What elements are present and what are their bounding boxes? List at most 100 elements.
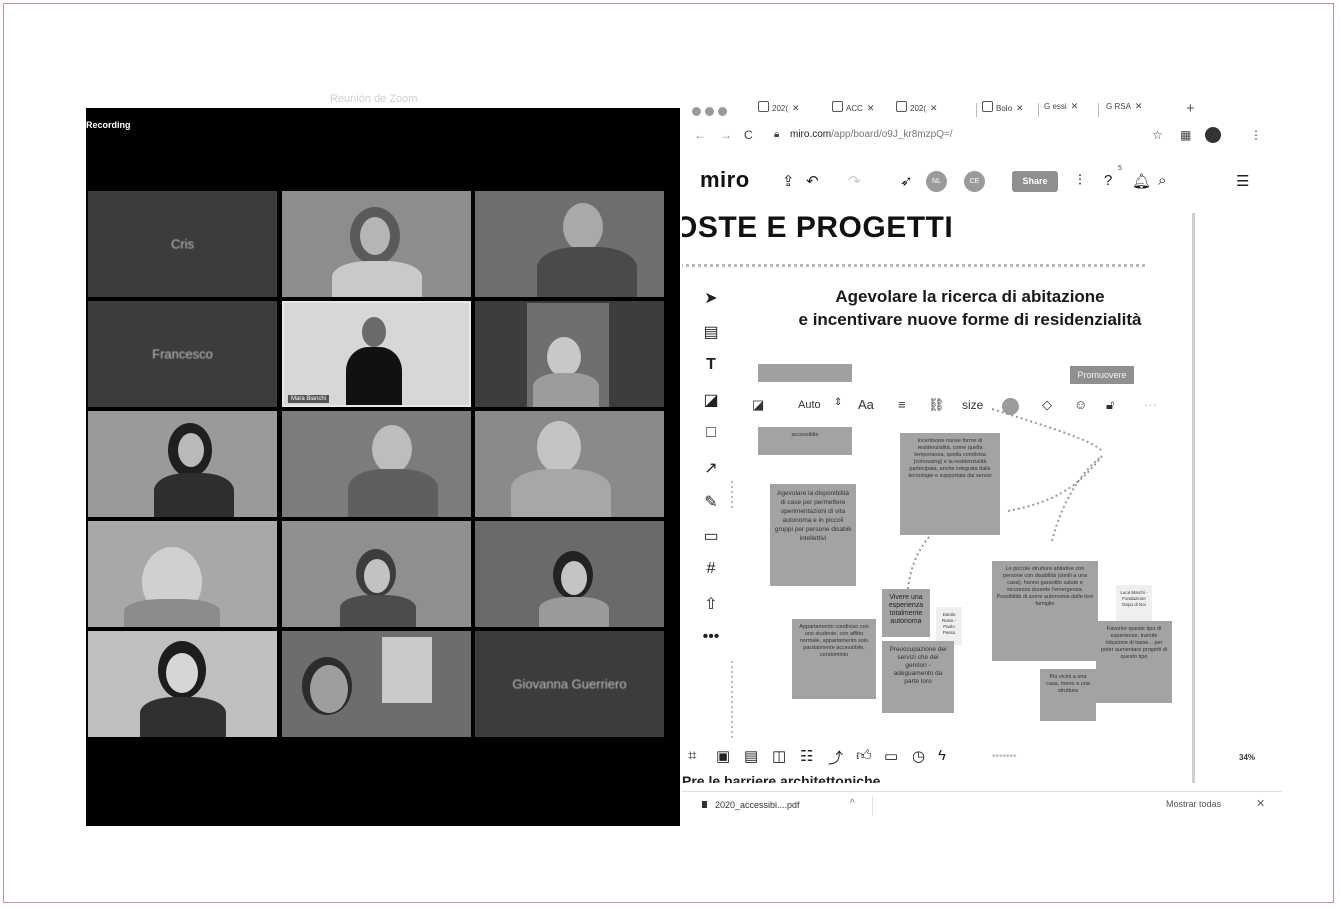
close-icon[interactable]: ✕: [1256, 797, 1265, 810]
bell-icon[interactable]: 🔔︎: [1132, 172, 1151, 190]
tag-icon[interactable]: ◇: [1042, 397, 1052, 413]
participant-video[interactable]: [282, 631, 471, 737]
star-icon[interactable]: ☆: [1152, 128, 1163, 142]
sticky-note[interactable]: Preoccupazione dei servizi che dei genit…: [882, 641, 954, 713]
forward-arrow-icon[interactable]: →: [720, 128, 732, 142]
cursor-icon[interactable]: ➶: [900, 172, 913, 190]
sticky-note[interactable]: accessibile: [758, 427, 852, 455]
participant-video[interactable]: [282, 191, 471, 297]
menu-icon[interactable]: ⋮: [1250, 128, 1262, 142]
close-tab-icon[interactable]: ✕: [930, 103, 938, 113]
participant-video[interactable]: [88, 521, 277, 627]
maximize-window-icon[interactable]: [718, 107, 727, 116]
sticky-type-icon[interactable]: ◪: [752, 397, 764, 413]
participant-video[interactable]: [88, 411, 277, 517]
close-tab-icon[interactable]: ✕: [1135, 101, 1143, 111]
vote-icon[interactable]: 👍︎: [856, 747, 872, 765]
settings-sliders-icon[interactable]: ⫶: [1078, 172, 1082, 189]
apps-icon[interactable]: ϟ: [938, 747, 946, 764]
board-menu-icon[interactable]: ☰: [1236, 172, 1249, 190]
cards-icon[interactable]: ☷: [800, 747, 813, 765]
sticky-note[interactable]: Le piccole strutture abitative con perso…: [992, 561, 1098, 661]
bottom-toolbar: ⌗ ▣ ▤ ◫ ☷ ⤴ 👍︎ ▭ ◷ ϟ •••••••: [682, 743, 1192, 773]
participant-video[interactable]: [475, 301, 664, 407]
browser-window: 202(✕ ACC ✕ 202(✕ Bolo ✕ G essi ✕ G RSA ✕ + …: [682, 93, 1282, 827]
participant-video[interactable]: [88, 631, 277, 737]
sticky-note[interactable]: Agevolare la disponibilità di case per p…: [770, 484, 856, 586]
more-options-icon[interactable]: ···: [1144, 397, 1157, 412]
recording-indicator: Recording: [86, 120, 131, 130]
new-tab-button[interactable]: +: [1186, 100, 1195, 117]
participant-video[interactable]: [475, 521, 664, 627]
participant-video[interactable]: [282, 411, 471, 517]
help-icon[interactable]: ?: [1104, 172, 1112, 189]
lock-icon[interactable]: 🔓︎: [1106, 397, 1114, 413]
participant-video[interactable]: Mara Bianchi: [282, 301, 471, 407]
timer-icon[interactable]: ◷: [912, 747, 925, 765]
zoom-level[interactable]: 34%: [1239, 753, 1255, 762]
browser-tab[interactable]: 202(✕: [758, 101, 800, 119]
video-icon[interactable]: ▭: [884, 747, 898, 765]
font-icon[interactable]: Aa: [858, 397, 874, 412]
collaborator-avatar[interactable]: NL: [926, 171, 947, 192]
profile-avatar[interactable]: [1205, 127, 1221, 143]
more-icon[interactable]: •••••••: [992, 751, 1017, 762]
sticky-note[interactable]: Luca Marchi - Fondazione Dopo di Noi: [1116, 585, 1152, 623]
upload-icon[interactable]: ⇪: [782, 172, 795, 190]
emoji-icon[interactable]: ☺: [1074, 397, 1087, 412]
reload-icon[interactable]: C: [744, 128, 753, 142]
close-tab-icon[interactable]: ✕: [1016, 103, 1024, 113]
size-label[interactable]: size: [962, 398, 983, 412]
tab-favicon-icon: [982, 101, 993, 112]
participant-tile[interactable]: Giovanna Guerriero: [475, 631, 664, 737]
close-tab-icon[interactable]: ✕: [1071, 101, 1079, 111]
color-swatch[interactable]: [1002, 398, 1019, 415]
share-button[interactable]: Share: [1012, 171, 1058, 192]
sticky-note[interactable]: Danilo Rosio - Paolo Passo: [936, 607, 962, 645]
comments-icon[interactable]: ▤: [744, 747, 758, 765]
chat-icon[interactable]: ◫: [772, 747, 786, 765]
miro-board-canvas[interactable]: OSTE E PROGETTI Agevolare la ricerca di …: [682, 201, 1192, 789]
participant-tile[interactable]: Cris: [88, 191, 277, 297]
vertical-scrollbar[interactable]: [1192, 213, 1195, 783]
stepper-icon[interactable]: ⇕: [834, 397, 842, 408]
miro-logo: miro: [700, 167, 750, 192]
close-window-icon[interactable]: [692, 107, 701, 116]
zoom-window-title: Reunión de Zoom: [330, 93, 418, 105]
show-all-downloads-button[interactable]: Mostrar todas: [1166, 799, 1221, 809]
undo-icon[interactable]: ↶: [806, 172, 819, 190]
participant-video[interactable]: [475, 191, 664, 297]
browser-tab[interactable]: G RSA ✕: [1106, 101, 1142, 119]
lock-icon: 🔒︎: [774, 129, 780, 140]
sticky-note[interactable]: Appartamento condiviso con uno studente,…: [792, 619, 876, 699]
sticky-note[interactable]: Più vicini a una casa, meno a una strutt…: [1040, 669, 1096, 721]
browser-tab[interactable]: 202(✕: [896, 101, 938, 119]
browser-tab[interactable]: G essi ✕: [1044, 101, 1078, 119]
collaborator-avatar[interactable]: CE: [964, 171, 985, 192]
back-arrow-icon[interactable]: ←: [694, 128, 706, 142]
browser-tab[interactable]: ACC ✕: [832, 101, 874, 119]
screen-share-icon[interactable]: ⤴: [828, 747, 843, 768]
present-icon[interactable]: ▣: [716, 747, 730, 765]
sticky-note[interactable]: Favorire queste tipo di esperienze, tram…: [1096, 621, 1172, 703]
search-icon[interactable]: ⌕: [1158, 172, 1166, 189]
align-icon[interactable]: ≡: [898, 397, 906, 412]
redo-icon[interactable]: ↷: [848, 172, 861, 190]
close-tab-icon[interactable]: ✕: [792, 103, 800, 113]
frames-icon[interactable]: ⌗: [688, 747, 696, 764]
extensions-icon[interactable]: ▦: [1180, 128, 1191, 142]
font-mode-select[interactable]: Auto: [798, 399, 821, 411]
close-tab-icon[interactable]: ✕: [867, 103, 875, 113]
participant-video[interactable]: [282, 521, 471, 627]
link-icon[interactable]: ⛓: [928, 397, 945, 413]
participant-tile[interactable]: Francesco: [88, 301, 277, 407]
participant-video[interactable]: [475, 411, 664, 517]
sticky-note[interactable]: Vivere una esperienza totalmente autonom…: [882, 589, 930, 637]
sticky-note[interactable]: Incentivare nuove forme di residenzialit…: [900, 433, 1000, 535]
browser-tab[interactable]: Bolo ✕: [982, 101, 1024, 119]
download-item[interactable]: 2020_accessibi....pdf: [702, 800, 800, 810]
minimize-window-icon[interactable]: [705, 107, 714, 116]
context-toolbar: ◪ Auto ⇕ Aa ≡ ⛓ size ◇ ☺ 🔓︎ ···: [752, 391, 1172, 421]
url-field[interactable]: miro.com/app/board/o9J_kr8mzpQ=/: [790, 129, 953, 140]
chevron-up-icon[interactable]: ^: [850, 798, 855, 809]
